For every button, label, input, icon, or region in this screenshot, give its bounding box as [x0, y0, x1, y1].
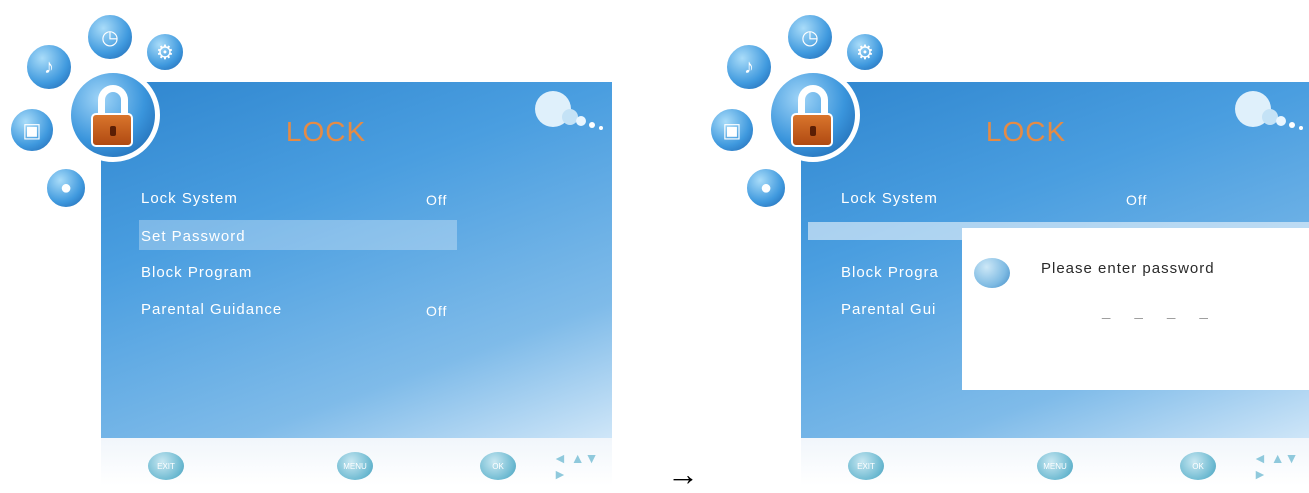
- menu-button[interactable]: MENU: [337, 452, 373, 480]
- gear-icon[interactable]: ⚙: [844, 31, 886, 73]
- lock-icon: [766, 68, 860, 162]
- music-icon[interactable]: ♪: [724, 42, 774, 92]
- clock-icon[interactable]: ◷: [85, 12, 135, 62]
- chat-icon[interactable]: ●: [744, 166, 788, 210]
- exit-button[interactable]: EXIT: [148, 452, 184, 480]
- lock-menu-screen-before: LOCK Lock System Off Set Password Block …: [0, 0, 612, 486]
- clock-icon[interactable]: ◷: [785, 12, 835, 62]
- direction-arrows-icon: ◄ ▲▼ ►: [553, 450, 599, 482]
- dialog-message: Please enter password: [1041, 260, 1215, 277]
- chat-icon[interactable]: ●: [44, 166, 88, 210]
- menu-item-set-password[interactable]: Set Password: [141, 228, 246, 245]
- menu-item-block-program[interactable]: Block Program: [141, 264, 252, 281]
- menu-button[interactable]: MENU: [1037, 452, 1073, 480]
- lock-system-value: Off: [1126, 192, 1148, 208]
- music-icon[interactable]: ♪: [24, 42, 74, 92]
- ok-button[interactable]: OK: [1180, 452, 1216, 480]
- picture-icon[interactable]: ▣: [8, 106, 56, 154]
- menu-item-parental-guidance[interactable]: Parental Gui: [841, 301, 936, 318]
- direction-arrows-icon: ◄ ▲▼ ►: [1253, 450, 1299, 482]
- menu-item-lock-system[interactable]: Lock System: [841, 190, 938, 207]
- dialog-info-icon: [974, 258, 1010, 288]
- exit-button[interactable]: EXIT: [848, 452, 884, 480]
- picture-icon[interactable]: ▣: [708, 106, 756, 154]
- menu-item-lock-system[interactable]: Lock System: [141, 190, 238, 207]
- password-input[interactable]: _ _ _ _: [1102, 303, 1218, 320]
- menu-item-parental-guidance[interactable]: Parental Guidance: [141, 301, 282, 318]
- lock-system-value: Off: [426, 192, 448, 208]
- gear-icon[interactable]: ⚙: [144, 31, 186, 73]
- ok-button[interactable]: OK: [480, 452, 516, 480]
- lock-icon: [66, 68, 160, 162]
- parental-guidance-value: Off: [426, 303, 448, 319]
- menu-item-block-program[interactable]: Block Progra: [841, 264, 939, 281]
- transition-arrow: →: [667, 456, 699, 492]
